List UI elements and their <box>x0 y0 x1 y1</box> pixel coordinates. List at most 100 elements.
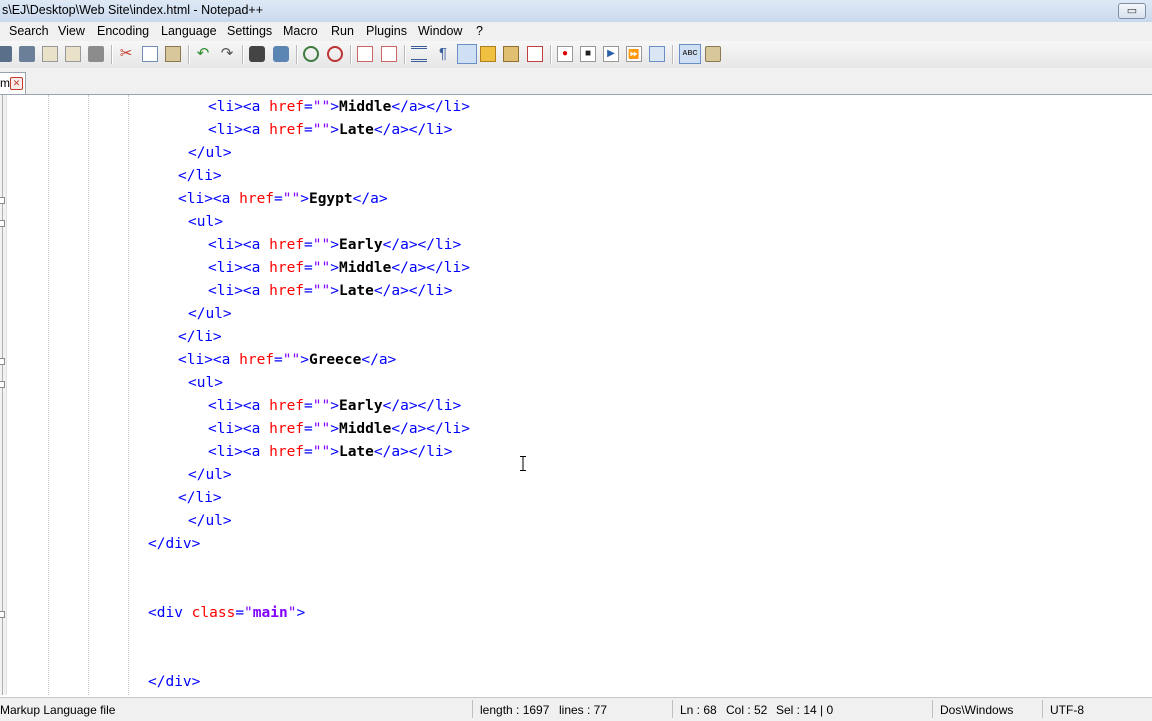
code-line[interactable]: </ul> <box>188 142 232 165</box>
code-line[interactable]: </ul> <box>188 303 232 326</box>
code-line[interactable]: <li><a href="">Early</a></li> <box>208 395 461 418</box>
cut-icon[interactable]: ✂ <box>118 46 134 62</box>
code-line[interactable]: <ul> <box>188 372 223 395</box>
code-token: = <box>304 260 313 276</box>
code-token: Middle <box>338 99 392 115</box>
menu-plugins[interactable]: Plugins <box>366 24 407 38</box>
code-token: Early <box>338 237 383 253</box>
code-token: > <box>330 99 339 115</box>
spell-options-icon[interactable] <box>705 46 721 62</box>
run-macro-multiple-icon[interactable]: ⏩ <box>626 46 642 62</box>
code-line[interactable]: <li><a href="">Middle</a></li> <box>208 257 470 280</box>
code-line[interactable]: </ul> <box>188 464 232 487</box>
code-line[interactable]: </li> <box>178 487 222 510</box>
menu-run[interactable]: Run <box>331 24 354 38</box>
code-token: <ul> <box>188 214 223 230</box>
undo-icon[interactable]: ↶ <box>195 46 211 62</box>
code-line[interactable]: <li><a href="">Middle</a></li> <box>208 418 470 441</box>
code-line[interactable]: </div> <box>148 533 200 556</box>
code-line[interactable]: <li><a href="">Egypt</a> <box>178 188 388 211</box>
code-token: "" <box>312 444 331 460</box>
code-token: <li><a <box>208 237 270 253</box>
show-all-chars-icon[interactable]: ¶ <box>435 46 451 62</box>
code-line[interactable]: <li><a href="">Late</a></li> <box>208 119 452 142</box>
fold-marker-icon[interactable] <box>0 220 5 227</box>
code-token: "" <box>312 99 331 115</box>
toolbar-separator <box>350 45 352 64</box>
code-token: Late <box>338 444 374 460</box>
close-icon[interactable] <box>42 46 58 62</box>
toolbar-separator <box>242 45 244 64</box>
sync-horizontal-icon[interactable] <box>381 46 397 62</box>
print-icon[interactable] <box>88 46 104 62</box>
code-token: "" <box>282 191 301 207</box>
save-macro-icon[interactable] <box>649 46 665 62</box>
zoom-out-icon[interactable] <box>327 46 343 62</box>
menu-encoding[interactable]: Encoding <box>97 24 149 38</box>
code-line[interactable]: <li><a href="">Greece</a> <box>178 349 396 372</box>
menu-help[interactable]: ? <box>476 24 483 38</box>
function-list-icon[interactable] <box>527 46 543 62</box>
code-line[interactable]: </li> <box>178 326 222 349</box>
code-line[interactable]: </ul> <box>188 510 232 533</box>
menu-search[interactable]: Search <box>9 24 49 38</box>
indent-guide <box>88 95 89 695</box>
code-token: <li><a <box>208 260 270 276</box>
code-token: <li><a <box>208 444 270 460</box>
save-icon[interactable] <box>0 46 12 62</box>
code-line[interactable]: <div class="main"> <box>148 602 305 625</box>
code-token: </a></li> <box>391 421 470 437</box>
text-cursor-icon <box>520 456 526 471</box>
code-line[interactable]: <ul> <box>188 211 223 234</box>
word-wrap-icon[interactable] <box>411 46 427 62</box>
code-token: "" <box>282 352 301 368</box>
fold-marker-icon[interactable] <box>0 358 5 365</box>
redo-icon[interactable]: ↷ <box>219 46 235 62</box>
code-line[interactable]: </div> <box>148 671 200 694</box>
fold-marker-icon[interactable] <box>0 611 5 618</box>
find-icon[interactable] <box>249 46 265 62</box>
sync-vertical-icon[interactable] <box>357 46 373 62</box>
tab-index-html[interactable]: ml ✕ <box>0 72 26 94</box>
indent-guide-icon[interactable] <box>457 44 477 64</box>
language-udl-icon[interactable] <box>480 46 496 62</box>
menu-macro[interactable]: Macro <box>283 24 318 38</box>
menu-language[interactable]: Language <box>161 24 217 38</box>
status-separator <box>1042 700 1043 718</box>
record-macro-icon[interactable]: ● <box>557 46 573 62</box>
fold-marker-icon[interactable] <box>0 197 5 204</box>
spell-check-icon[interactable]: ABC <box>679 44 701 64</box>
replace-icon[interactable] <box>273 46 289 62</box>
tab-close-icon[interactable]: ✕ <box>10 77 23 90</box>
code-line[interactable]: </li> <box>178 165 222 188</box>
code-line[interactable]: <li><a href="">Late</a></li> <box>208 441 452 464</box>
status-lines: lines : 77 <box>559 703 608 717</box>
code-token: Late <box>338 283 374 299</box>
zoom-in-icon[interactable] <box>303 46 319 62</box>
menu-settings[interactable]: Settings <box>227 24 272 38</box>
fold-marker-icon[interactable] <box>0 381 5 388</box>
play-macro-icon[interactable]: ▶ <box>603 46 619 62</box>
copy-icon[interactable] <box>142 46 158 62</box>
editor-area[interactable]: <li><a href="">Middle</a></li> <li><a hre… <box>0 95 1152 695</box>
code-token: href <box>269 99 305 115</box>
close-all-icon[interactable] <box>65 46 81 62</box>
code-line[interactable]: <li><a href="">Early</a></li> <box>208 234 461 257</box>
fold-margin[interactable] <box>0 95 7 695</box>
code-token: Egypt <box>308 191 353 207</box>
paste-icon[interactable] <box>165 46 181 62</box>
minimize-button[interactable]: ▭ <box>1118 3 1146 19</box>
status-separator <box>672 700 673 718</box>
doc-map-icon[interactable] <box>503 46 519 62</box>
menu-view[interactable]: View <box>58 24 85 38</box>
stop-macro-icon[interactable]: ■ <box>580 46 596 62</box>
toolbar: ✂ ↶ ↷ ¶ ● ■ ▶ ⏩ ABC <box>0 41 1152 69</box>
save-all-icon[interactable] <box>19 46 35 62</box>
code-line[interactable]: <li><a href="">Late</a></li> <box>208 280 452 303</box>
status-encoding[interactable]: UTF-8 <box>1050 703 1084 717</box>
menu-window[interactable]: Window <box>418 24 462 38</box>
status-eol[interactable]: Dos\Windows <box>940 703 1013 717</box>
code-token: > <box>330 421 339 437</box>
code-line[interactable]: <li><a href="">Middle</a></li> <box>208 96 470 119</box>
code-token: </a></li> <box>373 283 453 299</box>
